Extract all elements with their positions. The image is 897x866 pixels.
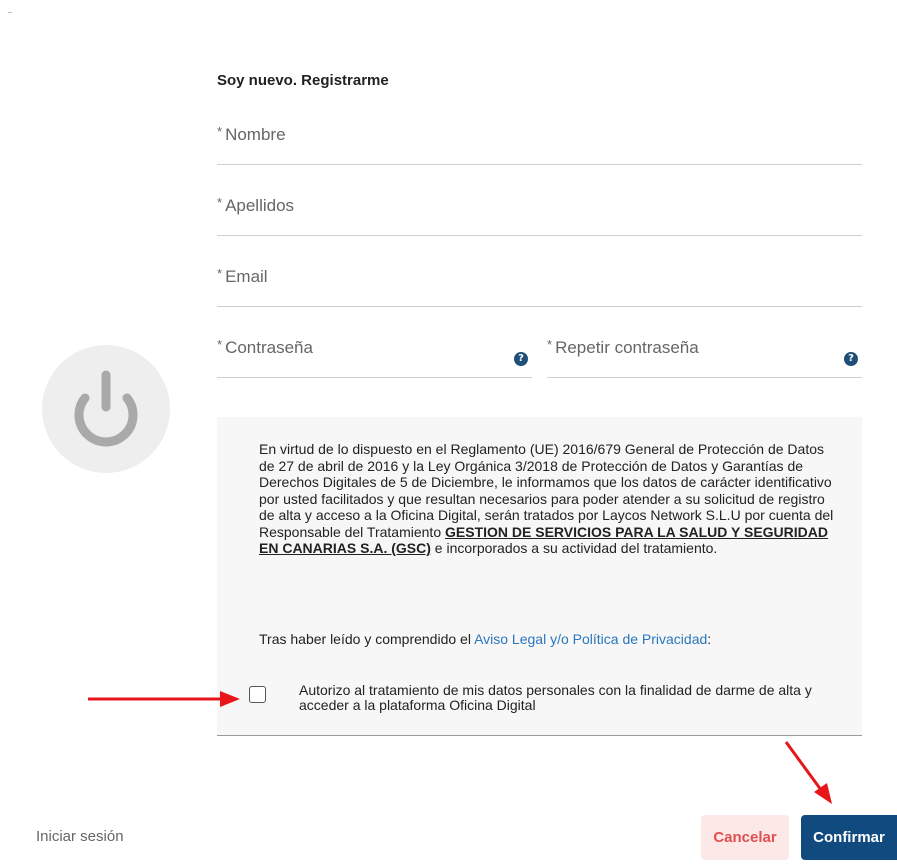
consent-checkbox[interactable] (249, 686, 266, 703)
consent-checkbox-label[interactable]: Autorizo al tratamiento de mis datos per… (299, 683, 839, 713)
help-circle-icon[interactable]: ? (514, 352, 528, 366)
confirm-button[interactable]: Confirmar (801, 815, 897, 860)
password-field[interactable]: * Contraseña ? (217, 337, 532, 378)
legal-notice: En virtud de lo dispuesto en el Reglamen… (259, 441, 834, 556)
login-link[interactable]: Iniciar sesión (36, 828, 124, 845)
apellidos-field[interactable]: * Apellidos (217, 195, 862, 236)
cancel-button[interactable]: Cancelar (701, 815, 789, 860)
consent-panel: En virtud de lo dispuesto en el Reglamen… (217, 417, 862, 736)
help-circle-icon[interactable]: ? (844, 352, 858, 366)
corner-mark (8, 12, 12, 13)
red-arrow-to-checkbox (88, 691, 240, 707)
privacy-notice-line: Tras haber leído y comprendido el Aviso … (259, 631, 712, 647)
red-arrow-to-confirm (784, 741, 832, 804)
email-field[interactable]: * Email (217, 266, 862, 307)
registration-page: Soy nuevo. Registrarme * Nombre * Apellido… (0, 0, 897, 866)
form-title: Soy nuevo. Registrarme (217, 72, 389, 89)
nombre-field[interactable]: * Nombre (217, 124, 862, 165)
apellidos-input[interactable] (217, 196, 862, 235)
nombre-input[interactable] (217, 125, 862, 164)
privacy-policy-link[interactable]: Aviso Legal y/o Política de Privacidad (474, 631, 707, 647)
password-input[interactable] (217, 338, 532, 377)
power-icon-circle (42, 345, 170, 473)
email-input[interactable] (217, 267, 862, 306)
password-repeat-field[interactable]: * Repetir contraseña ? (547, 337, 862, 378)
power-icon (74, 370, 138, 447)
password-repeat-input[interactable] (547, 338, 862, 377)
